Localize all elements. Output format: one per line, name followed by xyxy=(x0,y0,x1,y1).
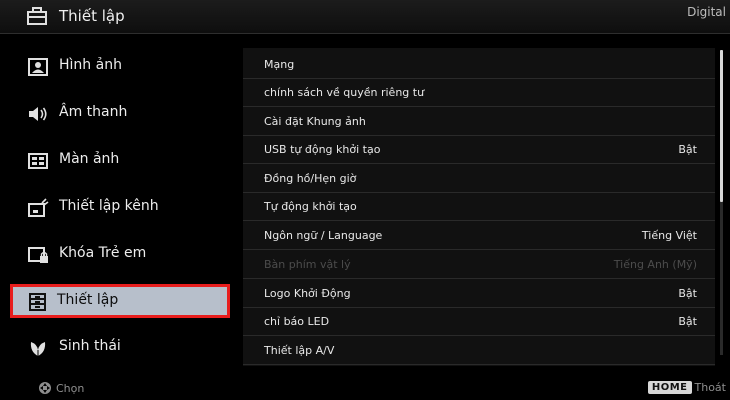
menu-row-label: Logo Khởi Động xyxy=(264,287,351,300)
settings-toolbox-icon xyxy=(29,293,46,311)
exit-label: Thoát xyxy=(694,380,726,394)
menu-row-value: Tiếng Việt xyxy=(641,229,697,242)
home-key-badge: HOME xyxy=(647,380,692,394)
sidebar-item-parental-lock[interactable]: Khóa Trẻ em xyxy=(12,237,230,273)
menu-row-startup-logo[interactable]: Logo Khởi Động Bật xyxy=(243,280,715,308)
menu-row-label: Đồng hồ/Hẹn giờ xyxy=(264,172,357,185)
select-label: Chọn xyxy=(56,381,85,395)
menu-row-label: Bàn phím vật lý xyxy=(264,258,351,271)
menu-row-value: Bật xyxy=(678,287,697,300)
settings-list-panel: Mạng chính sách về quyền riêng tư Cài đặ… xyxy=(243,48,715,366)
sidebar-item-label: Hình ảnh xyxy=(59,57,122,73)
menu-row-photo-frame[interactable]: Cài đặt Khung ảnh xyxy=(243,108,715,136)
menu-row-label: chính sách về quyền riêng tư xyxy=(264,86,425,99)
menu-row-label: Ngôn ngữ / Language xyxy=(264,229,383,242)
footer-select-hint: Chọn xyxy=(38,380,84,396)
menu-row-label: Tự động khởi tạo xyxy=(264,200,357,213)
menu-row-value: Tiếng Anh (Mỹ) xyxy=(613,258,697,271)
parental-lock-icon xyxy=(28,247,48,263)
menu-row-value: Bật xyxy=(678,315,697,328)
footer-exit-hint: HOME Thoát xyxy=(647,379,726,395)
settings-category-sidebar: Hình ảnh Âm thanh Màn ảnh Thiết lập kênh xyxy=(0,40,240,370)
menu-row-physical-keyboard: Bàn phím vật lý Tiếng Anh (Mỹ) xyxy=(243,251,715,279)
channel-setup-icon xyxy=(28,198,49,217)
sidebar-item-screen[interactable]: Màn ảnh xyxy=(12,143,230,179)
menu-row-label: USB tự động khởi tạo xyxy=(264,143,381,156)
menu-row-usb-auto-start[interactable]: USB tự động khởi tạo Bật xyxy=(243,136,715,164)
sidebar-item-label: Thiết lập xyxy=(57,292,119,308)
menu-row-language[interactable]: Ngôn ngữ / Language Tiếng Việt xyxy=(243,222,715,250)
menu-row-auto-start-up[interactable]: Tự động khởi tạo xyxy=(243,193,715,221)
speaker-icon xyxy=(29,107,47,121)
menu-row-label: Thiết lập A/V xyxy=(264,344,335,357)
picture-icon xyxy=(28,58,48,76)
menu-row-network[interactable]: Mạng xyxy=(243,51,715,79)
menu-row-privacy-policy[interactable]: chính sách về quyền riêng tư xyxy=(243,79,715,107)
menu-row-label: Cài đặt Khung ảnh xyxy=(264,115,366,128)
menu-row-av-setup[interactable]: Thiết lập A/V xyxy=(243,337,715,365)
dpad-icon xyxy=(39,382,51,394)
menu-row-label: Mạng xyxy=(264,58,295,71)
eco-leaf-icon xyxy=(30,342,46,357)
sidebar-item-label: Khóa Trẻ em xyxy=(59,245,147,261)
sidebar-item-picture[interactable]: Hình ảnh xyxy=(12,49,230,85)
sidebar-item-label: Thiết lập kênh xyxy=(59,198,159,214)
sidebar-item-sound[interactable]: Âm thanh xyxy=(12,96,230,132)
menu-row-value: Bật xyxy=(678,143,697,156)
toolbox-icon xyxy=(27,7,47,25)
sidebar-item-label: Sinh thái xyxy=(59,338,121,354)
sidebar-item-channel-setup[interactable]: Thiết lập kênh xyxy=(12,190,230,226)
sidebar-item-eco[interactable]: Sinh thái xyxy=(12,330,230,366)
sidebar-item-label: Âm thanh xyxy=(59,104,128,120)
sidebar-item-label: Màn ảnh xyxy=(59,151,120,167)
input-source-label: Digital xyxy=(687,5,726,19)
sidebar-item-settings[interactable]: Thiết lập xyxy=(10,284,230,318)
screen-icon xyxy=(28,153,48,169)
menu-row-label: chỉ báo LED xyxy=(264,315,330,328)
scrollbar-thumb[interactable] xyxy=(720,50,723,202)
menu-row-clock-timers[interactable]: Đồng hồ/Hẹn giờ xyxy=(243,165,715,193)
header-bar: Thiết lập Digital xyxy=(0,0,730,34)
page-title: Thiết lập xyxy=(59,7,125,25)
menu-row-led-indicator[interactable]: chỉ báo LED Bật xyxy=(243,308,715,336)
